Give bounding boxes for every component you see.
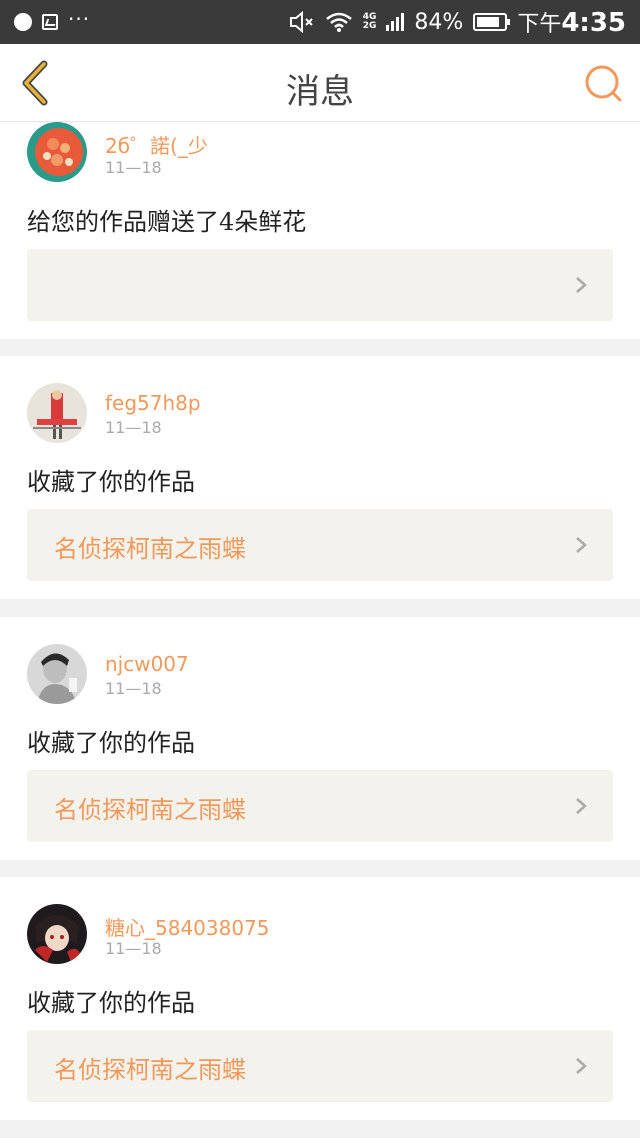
message-card: feg57h8p 11—18 收藏了你的作品 名侦探柯南之雨蝶 [0, 356, 640, 599]
status-bar: ··· 4G 2G 84% 下午4:35 [0, 0, 640, 44]
chevron-right-icon [576, 537, 587, 553]
message-action: 给您的作品赠送了4朵鲜花 [27, 208, 307, 236]
work-title: 名侦探柯南之雨蝶 [54, 535, 246, 563]
avatar[interactable] [27, 122, 87, 182]
message-date: 11—18 [105, 679, 162, 698]
chevron-right-icon [576, 798, 587, 814]
more-notifications-icon: ··· [68, 7, 91, 31]
message-date: 11—18 [105, 418, 162, 437]
clock: 下午4:35 [517, 8, 626, 38]
battery-icon [473, 13, 511, 31]
message-action: 收藏了你的作品 [27, 989, 195, 1017]
username[interactable]: feg57h8p [105, 391, 201, 415]
avatar[interactable] [27, 383, 87, 443]
message-card: 糖心_584038075 11—18 收藏了你的作品 名侦探柯南之雨蝶 [0, 877, 640, 1120]
work-title: 名侦探柯南之雨蝶 [54, 796, 246, 824]
mute-icon [289, 11, 313, 33]
username[interactable]: 2б゜諾(_少 [105, 130, 208, 159]
battery-percent: 84% [414, 9, 464, 35]
search-icon [585, 65, 622, 102]
signal-bars-icon [386, 13, 405, 31]
work-link[interactable]: 名侦探柯南之雨蝶 [27, 1030, 613, 1102]
message-date: 11—18 [105, 158, 162, 177]
chevron-right-icon [576, 1058, 587, 1074]
search-button[interactable] [582, 62, 626, 106]
work-link[interactable]: 名侦探柯南之雨蝶 [27, 770, 613, 842]
username[interactable]: njcw007 [105, 652, 189, 676]
message-action: 收藏了你的作品 [27, 729, 195, 757]
username[interactable]: 糖心_584038075 [105, 912, 270, 941]
network-type: 4G 2G [362, 12, 377, 31]
page-title: 消息 [286, 72, 354, 112]
work-title: 名侦探柯南之雨蝶 [54, 1056, 246, 1084]
work-link[interactable] [27, 249, 613, 321]
nav-bar: 消息 [0, 44, 640, 122]
work-link[interactable]: 名侦探柯南之雨蝶 [27, 509, 613, 581]
notification-dot-icon [14, 13, 32, 31]
message-date: 11—18 [105, 939, 162, 958]
wifi-icon [325, 12, 352, 32]
message-card: 2б゜諾(_少 11—18 给您的作品赠送了4朵鲜花 [0, 122, 640, 339]
message-card: njcw007 11—18 收藏了你的作品 名侦探柯南之雨蝶 [0, 617, 640, 860]
image-notification-icon [42, 14, 58, 30]
avatar[interactable] [27, 904, 87, 964]
avatar[interactable] [27, 644, 87, 704]
message-list[interactable]: 2б゜諾(_少 11—18 给您的作品赠送了4朵鲜花 feg57h8p 11—1… [0, 122, 640, 1138]
message-action: 收藏了你的作品 [27, 468, 195, 496]
chevron-right-icon [576, 277, 587, 293]
